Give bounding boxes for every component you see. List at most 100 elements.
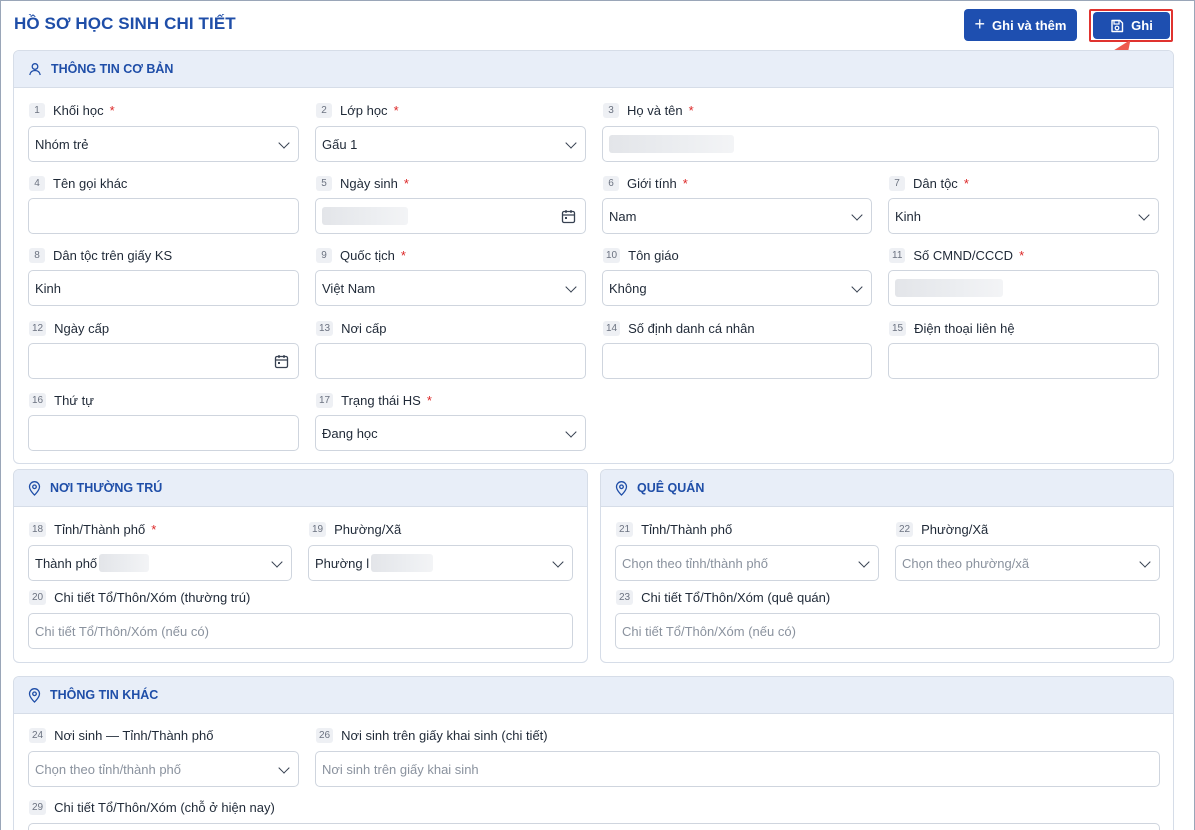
residence-detail-input[interactable]: Chi tiết Tổ/Thôn/Xóm (nếu có)	[28, 613, 573, 649]
section-other-info: THÔNG TIN KHÁC 24 Nơi sinh — Tỉnh/Thành …	[13, 676, 1174, 830]
grade-label: Khối học	[53, 103, 104, 118]
plus-icon: +	[974, 14, 986, 34]
phone-label: Điện thoại liên hệ	[914, 321, 1015, 336]
full-name-input[interactable]	[602, 126, 1159, 162]
field-number: 12	[29, 321, 47, 336]
section-title: THÔNG TIN KHÁC	[50, 688, 159, 702]
field-number: 24	[29, 728, 47, 743]
class-label: Lớp học	[340, 103, 388, 118]
field-label: 16 Thứ tự	[29, 393, 94, 408]
section-residence-header: NƠI THƯỜNG TRÚ	[14, 470, 587, 507]
chevron-down-icon	[278, 137, 290, 149]
location-pin-icon	[28, 480, 41, 496]
field-label: 6 Giới tính *	[603, 176, 688, 191]
hometown-province-placeholder: Chọn theo tỉnh/thành phố	[622, 555, 769, 571]
user-icon	[29, 63, 41, 76]
section-basic-info-header: THÔNG TIN CƠ BẢN	[14, 51, 1173, 88]
chevron-down-icon	[1139, 556, 1151, 568]
birthplace-detail-input[interactable]: Nơi sinh trên giấy khai sinh	[315, 751, 1160, 787]
save-button[interactable]: Ghi	[1093, 12, 1170, 39]
current-address-detail-input[interactable]	[28, 823, 1160, 830]
status-value: Đang học	[322, 425, 378, 441]
field-number: 19	[309, 522, 327, 537]
field-label: 17 Trạng thái HS *	[316, 393, 432, 408]
field-number: 3	[603, 103, 619, 118]
residence-province-value: Thành phố	[35, 555, 98, 571]
field-label: 13 Nơi cấp	[316, 321, 387, 336]
grade-value: Nhóm trẻ	[35, 136, 89, 152]
chevron-down-icon	[552, 556, 564, 568]
residence-ward-value: Phường l	[315, 555, 370, 571]
field-number: 17	[316, 393, 334, 408]
field-number: 16	[29, 393, 47, 408]
other-name-input[interactable]	[28, 198, 299, 234]
redacted-value	[322, 207, 408, 225]
field-number: 26	[316, 728, 334, 743]
hometown-ward-select[interactable]: Chọn theo phường/xã	[895, 545, 1160, 581]
required-mark: *	[403, 176, 409, 191]
field-label: 10 Tôn giáo	[603, 248, 679, 263]
issue-date-label: Ngày cấp	[54, 321, 110, 336]
chevron-down-icon	[565, 137, 577, 149]
field-label: 21 Tỉnh/Thành phố	[616, 522, 732, 537]
field-label: 5 Ngày sinh *	[316, 176, 409, 191]
calendar-icon[interactable]	[561, 209, 576, 224]
full-name-label: Họ và tên	[627, 103, 683, 118]
religion-select[interactable]: Không	[602, 270, 872, 306]
ethnicity-label: Dân tộc	[913, 176, 958, 191]
grade-select[interactable]: Nhóm trẻ	[28, 126, 299, 162]
gender-select[interactable]: Nam	[602, 198, 872, 234]
field-label: 3 Họ và tên *	[603, 103, 694, 118]
chevron-down-icon	[278, 762, 290, 774]
save-and-add-button[interactable]: + Ghi và thêm	[964, 9, 1077, 41]
phone-input[interactable]	[888, 343, 1159, 379]
section-title: THÔNG TIN CƠ BẢN	[51, 62, 174, 76]
order-input[interactable]	[28, 415, 299, 451]
status-label: Trạng thái HS	[341, 393, 421, 408]
birth-cert-ethnicity-value: Kinh	[35, 280, 62, 296]
chevron-down-icon	[271, 556, 283, 568]
location-pin-icon	[615, 480, 628, 496]
personal-id-input[interactable]	[602, 343, 872, 379]
field-label: 1 Khối học *	[29, 103, 115, 118]
residence-province-label: Tỉnh/Thành phố	[54, 522, 146, 537]
field-number: 1	[29, 103, 45, 118]
hometown-province-select[interactable]: Chọn theo tỉnh/thành phố	[615, 545, 879, 581]
other-name-label: Tên gọi khác	[53, 176, 128, 191]
location-pin-icon	[28, 687, 41, 703]
field-number: 20	[29, 590, 47, 605]
residence-ward-select[interactable]: Phường l	[308, 545, 573, 581]
hometown-detail-label: Chi tiết Tổ/Thôn/Xóm (quê quán)	[641, 590, 831, 605]
residence-province-select[interactable]: Thành phố	[28, 545, 292, 581]
field-label: 9 Quốc tịch *	[316, 248, 406, 263]
nationality-label: Quốc tịch	[340, 248, 395, 263]
birthplace-province-placeholder: Chọn theo tỉnh/thành phố	[35, 761, 182, 777]
birth-date-input[interactable]	[315, 198, 586, 234]
class-select[interactable]: Gấu 1	[315, 126, 586, 162]
floppy-disk-icon	[1111, 19, 1124, 32]
field-label: 23 Chi tiết Tổ/Thôn/Xóm (quê quán)	[616, 590, 830, 605]
residence-detail-label: Chi tiết Tổ/Thôn/Xóm (thường trú)	[54, 590, 251, 605]
ethnicity-value: Kinh	[895, 208, 922, 224]
calendar-icon[interactable]	[274, 354, 289, 369]
status-select[interactable]: Đang học	[315, 415, 586, 451]
section-title: QUÊ QUÁN	[637, 481, 705, 495]
birth-date-label: Ngày sinh	[340, 176, 398, 191]
nationality-select[interactable]: Việt Nam	[315, 270, 586, 306]
section-basic-info: THÔNG TIN CƠ BẢN 1 Khối học * Nhóm trẻ 2…	[13, 50, 1174, 464]
required-mark: *	[426, 393, 432, 408]
section-title: NƠI THƯỜNG TRÚ	[50, 481, 163, 495]
issue-date-input[interactable]	[28, 343, 299, 379]
field-number: 13	[316, 321, 334, 336]
nationality-value: Việt Nam	[322, 280, 376, 296]
ethnicity-select[interactable]: Kinh	[888, 198, 1159, 234]
id-number-input[interactable]	[888, 270, 1159, 306]
field-label: 4 Tên gọi khác	[29, 176, 127, 191]
field-number: 7	[889, 176, 905, 191]
birth-cert-ethnicity-input[interactable]: Kinh	[28, 270, 299, 306]
hometown-detail-input[interactable]: Chi tiết Tổ/Thôn/Xóm (nếu có)	[615, 613, 1160, 649]
birth-cert-ethnicity-label: Dân tộc trên giấy KS	[53, 248, 173, 263]
birthplace-province-select[interactable]: Chọn theo tỉnh/thành phố	[28, 751, 299, 787]
issue-place-input[interactable]	[315, 343, 586, 379]
required-mark: *	[682, 176, 688, 191]
